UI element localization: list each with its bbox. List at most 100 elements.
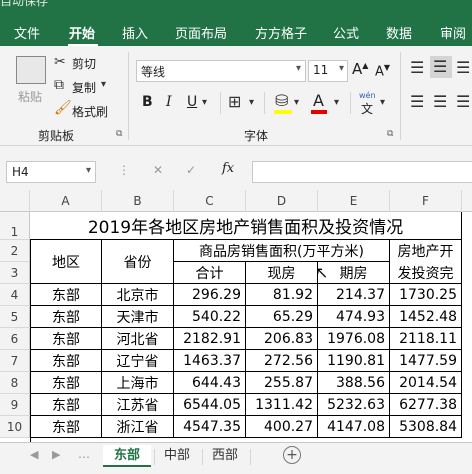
tab-fangfang[interactable]: 方方格子	[255, 23, 307, 42]
font-color-icon[interactable]: A	[313, 91, 324, 110]
cell-current[interactable]: 1311.42	[246, 394, 318, 416]
cell-current[interactable]: 255.87	[246, 372, 318, 394]
align-center-icon[interactable]: ☰	[433, 92, 447, 111]
header-current[interactable]: 现房	[246, 262, 318, 284]
row-header[interactable]: 6	[0, 328, 30, 350]
cell-total[interactable]: 644.43	[174, 372, 246, 394]
cell-region[interactable]: 东部	[30, 284, 102, 306]
scroll-left-icon[interactable]: ◀	[30, 448, 38, 461]
insert-function-button[interactable]: fx	[222, 161, 234, 176]
row-header[interactable]: 9	[0, 394, 30, 416]
chevron-down-icon[interactable]: ▾	[294, 97, 299, 108]
cut-button[interactable]: 剪切	[72, 55, 96, 72]
cell-province[interactable]: 辽宁省	[102, 350, 174, 372]
header-province[interactable]: 省份	[102, 240, 174, 284]
column-header-d[interactable]: D	[246, 190, 318, 212]
header-future[interactable]: 期房	[318, 262, 390, 284]
column-header-e[interactable]: E	[318, 190, 390, 212]
cancel-button[interactable]: ✕	[153, 163, 163, 177]
chevron-down-icon[interactable]: ▾	[202, 97, 207, 108]
cell-current[interactable]: 81.92	[246, 284, 318, 306]
cell-province[interactable]: 浙江省	[102, 416, 174, 438]
tab-formulas[interactable]: 公式	[333, 23, 359, 42]
cell-region[interactable]: 东部	[30, 416, 102, 438]
tab-page-layout[interactable]: 页面布局	[175, 23, 227, 42]
align-middle-button[interactable]: ☰	[430, 56, 452, 78]
align-bottom-icon[interactable]: ☰	[456, 58, 470, 77]
tab-review[interactable]: 审阅	[440, 23, 466, 42]
chevron-down-icon[interactable]: ▾	[101, 79, 106, 90]
autosave-label[interactable]: 自动保存	[0, 0, 48, 9]
decrease-font-size-button[interactable]: A▼	[375, 63, 390, 79]
increase-font-size-button[interactable]: A▲	[352, 60, 368, 78]
row-header[interactable]: 7	[0, 350, 30, 372]
cell-current[interactable]: 65.29	[246, 306, 318, 328]
header-region[interactable]: 地区	[30, 240, 102, 284]
cell-region[interactable]: 东部	[30, 306, 102, 328]
cell-future[interactable]: 474.93	[318, 306, 390, 328]
bold-button[interactable]: B	[142, 94, 153, 110]
borders-icon[interactable]: ⊞	[228, 92, 241, 111]
cell-total[interactable]: 2182.91	[174, 328, 246, 350]
tab-data[interactable]: 数据	[386, 23, 412, 42]
cell-investment[interactable]: 2014.54	[390, 372, 462, 394]
row-header[interactable]: 8	[0, 372, 30, 394]
chevron-down-icon[interactable]: ▾	[249, 97, 254, 108]
more-sheets-icon[interactable]: …	[78, 447, 90, 461]
italic-button[interactable]: I	[166, 94, 172, 110]
dialog-launcher-icon[interactable]: ⧉	[387, 129, 393, 139]
cell-province[interactable]: 河北省	[102, 328, 174, 350]
cell-future[interactable]: 1190.81	[318, 350, 390, 372]
select-all-corner[interactable]	[0, 190, 30, 212]
align-left-icon[interactable]: ☰	[410, 92, 424, 111]
enter-button[interactable]: ✓	[186, 163, 196, 177]
phonetic-guide-button[interactable]: 文	[361, 100, 373, 117]
row-header[interactable]: 10	[0, 416, 30, 438]
cell-province[interactable]: 江苏省	[102, 394, 174, 416]
chevron-down-icon[interactable]: ▾	[380, 97, 385, 108]
cell-total[interactable]: 4547.35	[174, 416, 246, 438]
column-header-f[interactable]: F	[390, 190, 462, 212]
cell-region[interactable]: 东部	[30, 328, 102, 350]
font-name-select[interactable]: 等线 ▾	[136, 60, 306, 82]
cell-future[interactable]: 5232.63	[318, 394, 390, 416]
font-size-select[interactable]: 11 ▾	[308, 60, 348, 82]
cell-total[interactable]: 296.29	[174, 284, 246, 306]
header-invest-bottom[interactable]: 发投资完	[390, 262, 462, 284]
format-painter-button[interactable]: 格式刷	[72, 103, 108, 120]
cell-future[interactable]: 214.37	[318, 284, 390, 306]
row-header[interactable]: 1	[0, 212, 30, 240]
tab-home[interactable]: 开始	[69, 23, 95, 42]
align-top-icon[interactable]: ☰	[410, 58, 424, 77]
cell-investment[interactable]: 1477.59	[390, 350, 462, 372]
cell-investment[interactable]: 1452.48	[390, 306, 462, 328]
cell-total[interactable]: 6544.05	[174, 394, 246, 416]
header-invest-top[interactable]: 房地产开	[390, 240, 462, 262]
cell-investment[interactable]: 6277.38	[390, 394, 462, 416]
tab-insert[interactable]: 插入	[122, 23, 148, 42]
column-header-a[interactable]: A	[30, 190, 102, 212]
cell-investment[interactable]: 1730.25	[390, 284, 462, 306]
dialog-launcher-icon[interactable]: ⧉	[116, 129, 122, 139]
cell-current[interactable]: 400.27	[246, 416, 318, 438]
cell-total[interactable]: 540.22	[174, 306, 246, 328]
sheet-tab-east[interactable]: 东部	[103, 445, 151, 467]
scroll-right-icon[interactable]: ▶	[52, 448, 60, 461]
cell-future[interactable]: 388.56	[318, 372, 390, 394]
row-header[interactable]: 5	[0, 306, 30, 328]
cell-future[interactable]: 1976.08	[318, 328, 390, 350]
cell-province[interactable]: 天津市	[102, 306, 174, 328]
fill-color-icon[interactable]: ⛁	[275, 91, 288, 110]
cell-investment[interactable]: 2118.11	[390, 328, 462, 350]
row-header[interactable]: 3	[0, 262, 30, 284]
table-title[interactable]: 2019年各地区房地产销售面积及投资情况	[30, 212, 462, 240]
cell-total[interactable]: 1463.37	[174, 350, 246, 372]
more-options-icon[interactable]: ⋮	[118, 163, 130, 177]
align-right-icon[interactable]: ☰	[456, 92, 470, 111]
cell-current[interactable]: 272.56	[246, 350, 318, 372]
column-header-c[interactable]: C	[174, 190, 246, 212]
cell-future[interactable]: 4147.08	[318, 416, 390, 438]
cell-province[interactable]: 上海市	[102, 372, 174, 394]
chevron-down-icon[interactable]: ▾	[334, 97, 339, 108]
tab-file[interactable]: 文件	[14, 23, 40, 42]
